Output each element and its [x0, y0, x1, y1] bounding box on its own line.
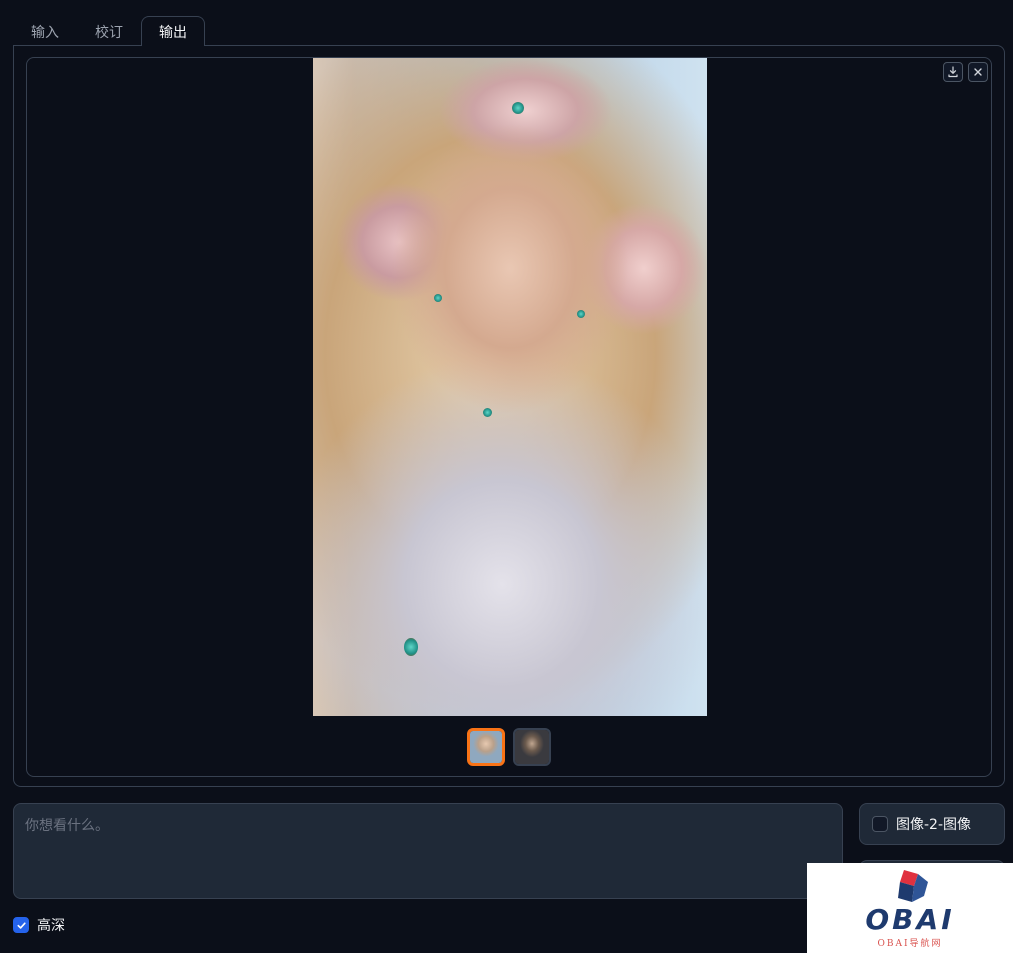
tab-input[interactable]: 输入 [13, 17, 77, 46]
hd-option[interactable]: 高深 [13, 915, 65, 935]
img2img-option[interactable]: 图像-2-图像 [859, 803, 1005, 845]
generated-image[interactable] [313, 58, 707, 716]
hd-label: 高深 [37, 918, 65, 934]
download-icon [948, 66, 958, 78]
download-button[interactable] [943, 62, 963, 82]
output-panel [13, 45, 1005, 787]
img2img-label: 图像-2-图像 [896, 817, 972, 833]
hd-checkbox[interactable] [13, 917, 29, 933]
prompt-input[interactable] [13, 803, 843, 899]
close-button[interactable] [968, 62, 988, 82]
watermark: OBAI OBAI导航网 [807, 863, 1013, 953]
jewel-decoration [577, 310, 585, 318]
img2img-checkbox[interactable] [872, 816, 888, 832]
app-root: 输入 校订 输出 你想看什么。 图像-2-图像 高深 OBAI OBAI导航网 [0, 0, 1013, 953]
watermark-brand: OBAI [865, 902, 955, 936]
image-gallery [26, 57, 992, 777]
thumbnail-2[interactable] [513, 728, 551, 766]
thumbnail-strip [467, 728, 551, 766]
watermark-subtitle: OBAI导航网 [877, 938, 943, 949]
jewel-decoration [404, 638, 418, 656]
jewel-decoration [434, 294, 442, 302]
tab-bar: 输入 校订 输出 [13, 16, 205, 46]
tab-revise[interactable]: 校订 [77, 17, 141, 46]
jewel-decoration [512, 102, 524, 114]
thumbnail-image [515, 730, 549, 764]
tab-output[interactable]: 输出 [141, 16, 205, 46]
cube-logo-icon [898, 869, 928, 902]
thumbnail-image [470, 731, 502, 763]
check-icon [16, 921, 26, 929]
close-icon [974, 68, 982, 76]
jewel-decoration [483, 408, 492, 417]
thumbnail-1[interactable] [467, 728, 505, 766]
